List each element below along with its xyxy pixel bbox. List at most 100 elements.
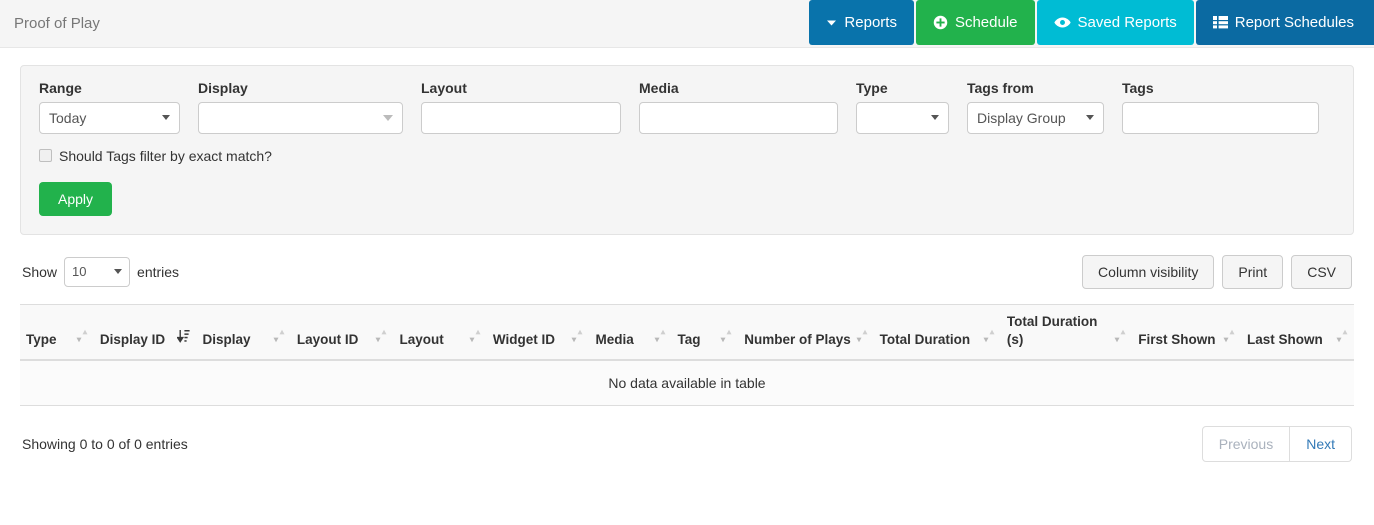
- table-header-last-shown[interactable]: Last Shown: [1241, 304, 1354, 360]
- table-header-widget-id[interactable]: Widget ID: [487, 304, 590, 360]
- filter-group-tags: Tags: [1122, 80, 1319, 134]
- chevron-down-icon: [383, 115, 393, 121]
- exact-match-label[interactable]: Should Tags filter by exact match?: [59, 148, 272, 164]
- next-page-button[interactable]: Next: [1290, 426, 1352, 462]
- sort-neutral-icon[interactable]: [654, 329, 666, 348]
- sort-neutral-icon[interactable]: [469, 329, 481, 348]
- empty-message: No data available in table: [20, 360, 1354, 406]
- table-header-type[interactable]: Type: [20, 304, 94, 360]
- eye-icon: [1054, 16, 1071, 29]
- range-label: Range: [39, 80, 180, 97]
- entries-label: entries: [137, 264, 179, 280]
- page-length-value: 10: [72, 264, 86, 279]
- plus-circle-icon: [933, 15, 948, 30]
- layout-label: Layout: [421, 80, 621, 97]
- list-table-icon: [1213, 16, 1228, 29]
- schedule-button[interactable]: Schedule: [916, 0, 1035, 45]
- tags-from-select-value: Display Group: [977, 110, 1066, 126]
- table-footer: Showing 0 to 0 of 0 entries Previous Nex…: [20, 426, 1354, 462]
- table-header-layout-id[interactable]: Layout ID: [291, 304, 394, 360]
- chevron-down-icon: [931, 115, 939, 120]
- sort-neutral-icon[interactable]: [76, 329, 88, 348]
- tags-from-label: Tags from: [967, 80, 1104, 97]
- filter-group-display: Display: [198, 80, 403, 134]
- proof-of-play-table: Type Display ID Display Layout ID Layout Widg…: [20, 304, 1354, 406]
- apply-button[interactable]: Apply: [39, 182, 112, 216]
- exact-match-row: Should Tags filter by exact match?: [39, 148, 1335, 164]
- filter-form-row: Range Today Display Layout: [39, 80, 1335, 134]
- reports-button[interactable]: Reports: [809, 0, 914, 45]
- report-schedules-button[interactable]: Report Schedules: [1196, 0, 1374, 45]
- table-empty-row: No data available in table: [20, 360, 1354, 406]
- csv-button[interactable]: CSV: [1291, 255, 1352, 289]
- column-label: Number of Plays: [744, 331, 851, 349]
- table-header-first-shown[interactable]: First Shown: [1132, 304, 1241, 360]
- sort-neutral-icon[interactable]: [571, 329, 583, 348]
- column-visibility-button[interactable]: Column visibility: [1082, 255, 1214, 289]
- column-label: Layout ID: [297, 331, 359, 349]
- column-label: Widget ID: [493, 331, 555, 349]
- sort-desc-icon[interactable]: [177, 329, 190, 348]
- display-label: Display: [198, 80, 403, 97]
- table-header-media[interactable]: Media: [589, 304, 671, 360]
- sort-neutral-icon[interactable]: [1336, 329, 1348, 348]
- saved-reports-button[interactable]: Saved Reports: [1037, 0, 1194, 45]
- table-header-display-id[interactable]: Display ID: [94, 304, 197, 360]
- filter-group-range: Range Today: [39, 80, 180, 134]
- type-label: Type: [856, 80, 949, 97]
- range-select-value: Today: [49, 110, 86, 126]
- table-head: Type Display ID Display Layout ID Layout Widg…: [20, 304, 1354, 360]
- header-button-group: Reports Schedule Saved Reports: [807, 0, 1374, 45]
- table-header-tag[interactable]: Tag: [672, 304, 739, 360]
- sort-neutral-icon[interactable]: [720, 329, 732, 348]
- column-label: Total Duration (s): [1007, 313, 1110, 349]
- column-label: Media: [595, 331, 633, 349]
- filter-panel: Range Today Display Layout: [20, 65, 1354, 235]
- column-label: Total Duration: [880, 331, 971, 349]
- sort-neutral-icon[interactable]: [375, 329, 387, 348]
- table-controls: Show 10 entries Column visibility Print …: [20, 255, 1354, 289]
- table-info: Showing 0 to 0 of 0 entries: [22, 436, 188, 452]
- sort-neutral-icon[interactable]: [273, 329, 285, 348]
- filter-group-type: Type: [856, 80, 949, 134]
- column-label: Layout: [399, 331, 443, 349]
- column-label: Type: [26, 331, 57, 349]
- sort-neutral-icon[interactable]: [1114, 329, 1126, 348]
- filter-group-media: Media: [639, 80, 838, 134]
- layout-input[interactable]: [421, 102, 621, 134]
- chevron-down-icon: [114, 269, 122, 274]
- page-length-select[interactable]: 10: [64, 257, 130, 287]
- filter-group-tags-from: Tags from Display Group: [967, 80, 1104, 134]
- range-select[interactable]: Today: [39, 102, 180, 134]
- column-label: Display: [202, 331, 250, 349]
- display-select[interactable]: [198, 102, 403, 134]
- sort-neutral-icon[interactable]: [1223, 329, 1235, 348]
- exact-match-checkbox[interactable]: [39, 149, 52, 162]
- previous-page-button[interactable]: Previous: [1202, 426, 1290, 462]
- table-header-number-of-plays[interactable]: Number of Plays: [738, 304, 873, 360]
- pagination: Previous Next: [1202, 426, 1352, 462]
- column-label: First Shown: [1138, 331, 1215, 349]
- saved-reports-button-label: Saved Reports: [1078, 14, 1177, 31]
- sort-neutral-icon[interactable]: [856, 329, 868, 348]
- table-header-layout[interactable]: Layout: [393, 304, 486, 360]
- table-header-total-duration-s[interactable]: Total Duration (s): [1001, 304, 1132, 360]
- tags-input[interactable]: [1122, 102, 1319, 134]
- type-select[interactable]: [856, 102, 949, 134]
- table-header-row: Type Display ID Display Layout ID Layout Widg…: [20, 304, 1354, 360]
- table-header-total-duration[interactable]: Total Duration: [874, 304, 1001, 360]
- sort-neutral-icon[interactable]: [983, 329, 995, 348]
- show-label: Show: [22, 264, 57, 280]
- reports-button-label: Reports: [844, 14, 897, 31]
- report-schedules-button-label: Report Schedules: [1235, 14, 1354, 31]
- page-title: Proof of Play: [14, 16, 100, 31]
- tags-from-select[interactable]: Display Group: [967, 102, 1104, 134]
- media-input[interactable]: [639, 102, 838, 134]
- table-body: No data available in table: [20, 360, 1354, 406]
- column-label: Tag: [678, 331, 701, 349]
- column-label: Last Shown: [1247, 331, 1323, 349]
- print-button[interactable]: Print: [1222, 255, 1283, 289]
- table-header-display[interactable]: Display: [196, 304, 290, 360]
- column-label: Display ID: [100, 331, 165, 349]
- chevron-down-icon: [1086, 115, 1094, 120]
